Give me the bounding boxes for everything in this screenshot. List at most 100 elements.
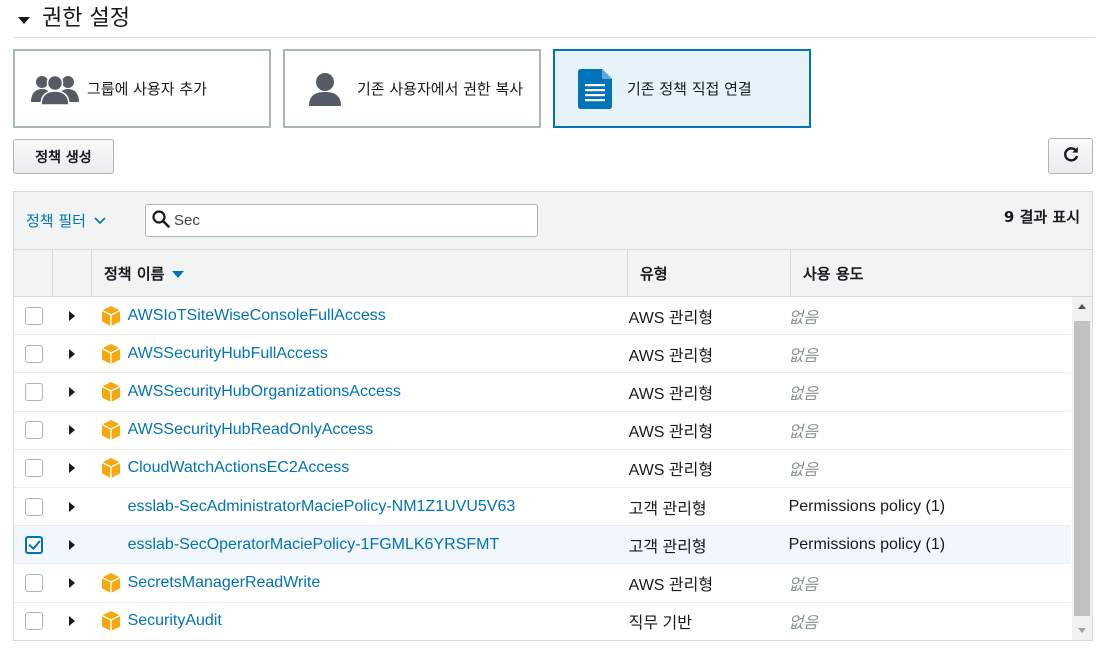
policy-usage: 없음 (788, 309, 819, 327)
policy-name-link[interactable]: SecretsManagerReadWrite (128, 574, 321, 592)
refresh-button[interactable] (1048, 138, 1093, 174)
tile-label: 그룹에 사용자 추가 (87, 79, 207, 98)
expand-arrow-icon[interactable] (69, 616, 76, 627)
expand-arrow-icon[interactable] (69, 501, 76, 512)
sort-descending-icon (172, 270, 185, 278)
row-expand-cell (52, 412, 90, 449)
row-expand-cell (52, 603, 90, 640)
table-row[interactable]: SecurityAudit 직무 기반 없음 (14, 603, 1071, 640)
policy-type-cell: 직무 기반 (617, 603, 777, 640)
policy-name-link[interactable]: AWSSecurityHubReadOnlyAccess (128, 421, 374, 439)
row-checkbox-cell (14, 335, 52, 372)
policy-usage-cell: 없음 (777, 297, 1071, 334)
policy-usage-cell: 없음 (777, 373, 1071, 410)
policy-name-link[interactable]: SecurityAudit (128, 612, 222, 630)
search-box[interactable] (145, 204, 538, 237)
policy-type-cell: AWS 관리형 (617, 373, 777, 410)
expand-arrow-icon[interactable] (69, 348, 76, 359)
policy-name-cell: esslab-SecOperatorMaciePolicy-1FGMLK6YRS… (91, 526, 617, 563)
row-checkbox[interactable] (25, 459, 43, 478)
policy-name-cell: AWSSecurityHubFullAccess (91, 335, 617, 372)
scroll-up-arrow-icon[interactable] (1078, 304, 1086, 309)
expand-arrow-icon[interactable] (69, 463, 76, 474)
row-expand-cell (52, 297, 90, 334)
column-label: 유형 (640, 264, 668, 283)
table-row[interactable]: CloudWatchActionsEC2Access AWS 관리형 없음 (14, 450, 1071, 488)
table-row[interactable]: AWSSecurityHubReadOnlyAccess AWS 관리형 없음 (14, 412, 1071, 450)
tile-attach-existing-policies[interactable]: 기존 정책 직접 연결 (553, 49, 811, 128)
policy-usage: 없음 (788, 385, 819, 403)
table-row[interactable]: esslab-SecAdministratorMaciePolicy-NM1Z1… (14, 488, 1071, 527)
row-checkbox-cell (14, 526, 52, 563)
row-checkbox[interactable] (25, 306, 43, 325)
column-header-type[interactable]: 유형 (628, 250, 791, 296)
row-checkbox[interactable] (25, 612, 43, 631)
aws-managed-policy-icon (101, 458, 120, 479)
row-checkbox[interactable] (25, 497, 43, 516)
policy-type: AWS 관리형 (628, 347, 714, 365)
policy-filter-label: 정책 필터 (26, 212, 86, 230)
expand-arrow-icon[interactable] (69, 386, 76, 397)
policy-name-link[interactable]: esslab-SecOperatorMaciePolicy-1FGMLK6YRS… (128, 536, 500, 554)
policy-name-link[interactable]: CloudWatchActionsEC2Access (128, 459, 350, 477)
table-row[interactable]: AWSSecurityHubFullAccess AWS 관리형 없음 (14, 335, 1071, 374)
aws-managed-policy-icon (101, 343, 120, 364)
policy-usage-cell: 없음 (777, 335, 1071, 372)
policy-name-cell: CloudWatchActionsEC2Access (91, 450, 617, 487)
row-expand-cell (52, 373, 90, 410)
search-input[interactable] (174, 212, 534, 229)
tile-add-to-group[interactable]: 그룹에 사용자 추가 (13, 49, 271, 128)
table-row[interactable]: AWSSecurityHubOrganizationsAccess AWS 관리… (14, 373, 1071, 412)
policy-name-link[interactable]: AWSSecurityHubOrganizationsAccess (128, 383, 401, 401)
create-policy-button[interactable]: 정책 생성 (13, 139, 114, 174)
row-checkbox-cell (14, 297, 52, 334)
policy-name-link[interactable]: esslab-SecAdministratorMaciePolicy-NM1Z1… (128, 498, 516, 516)
refresh-icon (1062, 145, 1080, 167)
policy-type: AWS 관리형 (628, 462, 714, 480)
row-checkbox[interactable] (25, 573, 43, 592)
row-checkbox-cell (14, 373, 52, 410)
table-row[interactable]: esslab-SecOperatorMaciePolicy-1FGMLK6YRS… (14, 526, 1071, 565)
policy-type: 고객 관리형 (628, 500, 707, 518)
column-label: 사용 용도 (803, 264, 864, 283)
policy-usage: Permissions policy (1) (788, 535, 946, 553)
expand-arrow-icon[interactable] (69, 310, 76, 321)
policy-name-link[interactable]: AWSSecurityHubFullAccess (128, 345, 328, 363)
scrollbar-thumb[interactable] (1074, 321, 1090, 616)
policy-name-cell: SecretsManagerReadWrite (91, 564, 617, 601)
row-expand-cell (52, 488, 90, 525)
expand-arrow-icon[interactable] (69, 577, 76, 588)
expand-arrow-icon[interactable] (69, 539, 76, 550)
column-header-policy-name[interactable]: 정책 이름 (92, 250, 628, 296)
policy-usage: Permissions policy (1) (788, 497, 946, 515)
table-row[interactable]: AWSIoTSiteWiseConsoleFullAccess AWS 관리형 … (14, 297, 1071, 336)
table-row[interactable]: SecretsManagerReadWrite AWS 관리형 없음 (14, 564, 1071, 603)
policy-usage-cell: Permissions policy (1) (777, 526, 1071, 563)
policy-name-cell: AWSSecurityHubOrganizationsAccess (91, 373, 617, 410)
row-expand-cell (52, 335, 90, 372)
row-checkbox[interactable] (25, 382, 43, 401)
policy-filter-dropdown[interactable]: 정책 필터 (26, 210, 106, 231)
row-checkbox[interactable] (25, 344, 43, 363)
vertical-scrollbar[interactable] (1072, 297, 1092, 640)
chevron-down-icon (94, 214, 106, 228)
section-title: 권한 설정 (42, 5, 130, 31)
policy-type: AWS 관리형 (628, 309, 714, 327)
policy-type: 직무 기반 (628, 615, 692, 633)
expand-arrow-icon[interactable] (69, 425, 76, 436)
policy-name-link[interactable]: AWSIoTSiteWiseConsoleFullAccess (128, 307, 386, 325)
aws-managed-policy-icon (101, 611, 120, 632)
policy-type-cell: AWS 관리형 (617, 297, 777, 334)
scroll-down-arrow-icon[interactable] (1078, 628, 1086, 633)
row-checkbox[interactable] (25, 535, 43, 554)
row-expand-cell (52, 526, 90, 563)
column-header-usage[interactable]: 사용 용도 (791, 250, 1091, 296)
caret-down-icon[interactable] (18, 17, 30, 24)
policy-icon-placeholder (102, 535, 120, 555)
tile-copy-permissions[interactable]: 기존 사용자에서 권한 복사 (283, 49, 541, 128)
policy-name-cell: AWSIoTSiteWiseConsoleFullAccess (91, 297, 617, 334)
policy-type-cell: AWS 관리형 (617, 564, 777, 601)
document-icon (569, 68, 621, 109)
row-checkbox[interactable] (25, 421, 43, 440)
permissions-section-header[interactable]: 권한 설정 (14, 0, 1094, 38)
